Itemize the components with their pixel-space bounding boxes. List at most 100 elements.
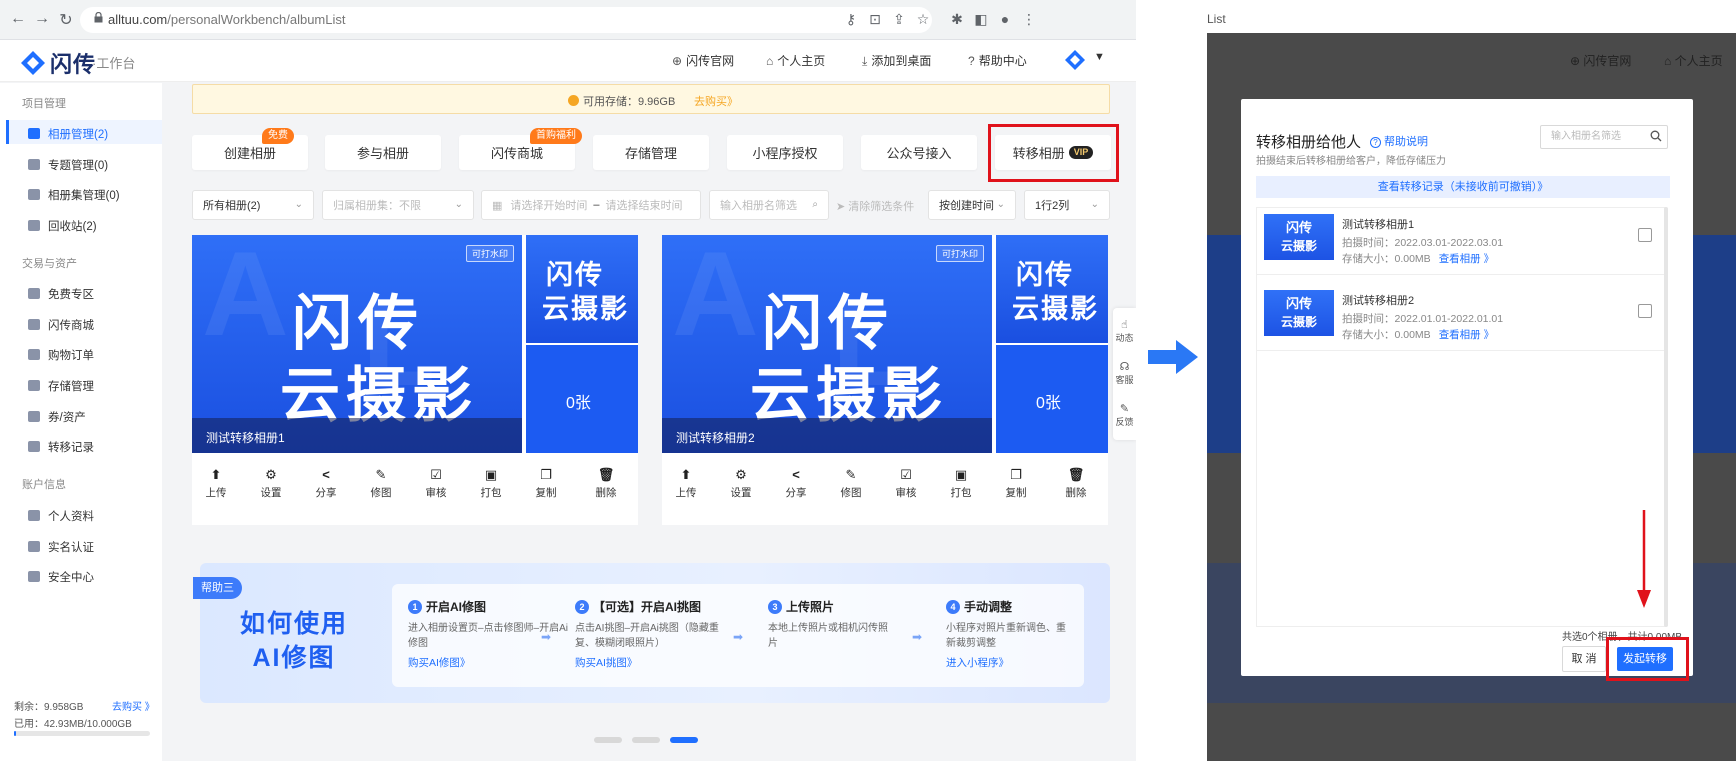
sidepanel-icon[interactable]: ◧ xyxy=(972,11,990,28)
storage-used: 已用：42.93MB/10.000GB xyxy=(14,719,132,730)
end-date[interactable]: 请选择结束时间 xyxy=(606,197,683,213)
date-range-picker[interactable]: ▦ 请选择开始时间 – 请选择结束时间 xyxy=(481,190,701,220)
retouch-button[interactable]: ✎ 修图 xyxy=(831,467,871,500)
dim-nav-personal-home: ⌂ 个人主页 xyxy=(1664,54,1723,68)
avatar-logo-icon[interactable] xyxy=(1064,49,1086,71)
upload-button[interactable]: ⬆ 上传 xyxy=(196,467,236,500)
delete-button[interactable]: 🗑 删除 xyxy=(586,467,626,500)
album-set-filter-select[interactable]: 归属相册集：不限 ⌄ xyxy=(322,190,474,220)
modal-search-input[interactable]: 输入相册名筛选 xyxy=(1540,125,1668,149)
settings-button[interactable]: ⚙ 设置 xyxy=(251,467,291,500)
buy-ai-retouch-link[interactable]: 购买AI修图》 xyxy=(408,655,568,670)
package-button[interactable]: ▣ 打包 xyxy=(941,467,981,500)
profile-icon[interactable]: ● xyxy=(996,11,1014,27)
clear-filters-button[interactable]: ➤ 清除筛选条件 xyxy=(836,198,914,214)
nav-official-site[interactable]: ⊕ 闪传官网 xyxy=(672,52,734,69)
sidebar-item-mall[interactable]: 闪传商城 xyxy=(28,317,94,333)
album-shoot-time: 拍摄时间：2022.03.01-2022.03.01 xyxy=(1342,237,1504,249)
share-button[interactable]: < 分享 xyxy=(776,467,816,500)
send-icon: ➤ xyxy=(836,201,849,213)
carousel-dot[interactable] xyxy=(632,737,660,743)
view-album-link[interactable]: 查看相册 》 xyxy=(1439,253,1494,265)
modal-album-item[interactable]: 闪传 云摄影 测试转移相册2 拍摄时间：2022.01.01-2022.01.01… xyxy=(1256,283,1664,351)
start-date[interactable]: 请选择开始时间 xyxy=(510,197,587,213)
storage-buy-link[interactable]: 去购买》 xyxy=(694,93,738,109)
sidebar-item-profile[interactable]: 个人资料 xyxy=(28,508,94,524)
album-actions: ⬆ 上传 ⚙ 设置 < 分享 ✎ 修图 ☑ 审核 ▣ 打包 ❐ 复制 🗑 删除 xyxy=(192,467,638,515)
transfer-record-link[interactable]: 查看转移记录（未接收前可撤销）》 xyxy=(1256,176,1670,198)
sort-select[interactable]: 按创建时间 ⌄ xyxy=(928,190,1016,220)
reload-icon[interactable]: ↻ xyxy=(56,10,76,30)
tab-join-album[interactable]: 参与相册 xyxy=(325,135,441,170)
cover-thumb: 闪传 云摄影 xyxy=(996,235,1108,343)
sidebar-item-topics[interactable]: 专题管理(0) xyxy=(28,157,108,173)
chevron-down-icon: ⌄ xyxy=(294,199,303,210)
storage-progress xyxy=(14,731,150,736)
modal-album-item[interactable]: 闪传 云摄影 测试转移相册1 拍摄时间：2022.03.01-2022.03.01… xyxy=(1256,207,1664,275)
album-filter-select[interactable]: 所有相册(2) ⌄ xyxy=(192,190,314,220)
sidebar-buy-link[interactable]: 去购买 》 xyxy=(112,698,155,713)
share-button[interactable]: < 分享 xyxy=(306,467,346,500)
install-icon[interactable]: ⊡ xyxy=(866,11,884,28)
step-arrow-icon: ➡ xyxy=(912,630,923,644)
album-name-search[interactable]: 输入相册名筛选 ⌕ xyxy=(709,190,829,220)
album-checkbox[interactable] xyxy=(1638,304,1652,318)
open-miniprogram-link[interactable]: 进入小程序》 xyxy=(946,655,1106,670)
key-icon[interactable]: ⚷ xyxy=(842,11,860,28)
url-path: /personalWorkbench/albumList xyxy=(167,12,346,27)
sidebar-item-coupons[interactable]: 券/资产 xyxy=(28,409,86,425)
album-checkbox[interactable] xyxy=(1638,228,1652,242)
nav-add-desktop[interactable]: ⤓ 添加到桌面 xyxy=(862,52,931,69)
cancel-button[interactable]: 取 消 xyxy=(1562,646,1606,672)
retouch-button[interactable]: ✎ 修图 xyxy=(361,467,401,500)
package-button[interactable]: ▣ 打包 xyxy=(471,467,511,500)
sidebar-item-transfer-records[interactable]: 转移记录 xyxy=(28,439,94,455)
album-card[interactable]: A L 可打水印 闪传 云摄影 测试转移相册1 闪传 云摄影 0张 ⬆ 上传 ⚙ 设… xyxy=(192,235,638,525)
sidebar-item-albums[interactable]: 相册管理(2) xyxy=(28,126,108,142)
copy-button[interactable]: ❐ 复制 xyxy=(526,467,566,500)
tab-official-account[interactable]: 公众号接入 xyxy=(861,135,977,170)
first-purchase-badge: 首购福利 xyxy=(530,128,582,144)
settings-button[interactable]: ⚙ 设置 xyxy=(721,467,761,500)
album-cover[interactable]: A L 可打水印 闪传 云摄影 测试转移相册1 xyxy=(192,235,522,453)
carousel-dot[interactable] xyxy=(594,737,622,743)
photo-count-tile: 0张 xyxy=(996,345,1108,453)
activity-button[interactable]: ☝ 动态 xyxy=(1113,318,1136,344)
left-screenshot: ← → ↻ alltuu.com/personalWorkbench/album… xyxy=(0,0,1136,761)
bookmark-star-icon[interactable]: ☆ xyxy=(914,11,932,28)
sidebar-item-storage[interactable]: 存储管理 xyxy=(28,378,94,394)
review-button[interactable]: ☑ 审核 xyxy=(416,467,456,500)
review-button[interactable]: ☑ 审核 xyxy=(886,467,926,500)
tab-storage-management[interactable]: 存储管理 xyxy=(593,135,709,170)
sidebar-item-verification[interactable]: 实名认证 xyxy=(28,539,94,555)
modal-scrollbar[interactable] xyxy=(1664,207,1668,627)
sidebar-item-orders[interactable]: 购物订单 xyxy=(28,347,94,363)
browser-menu-icon[interactable]: ⋮ xyxy=(1020,11,1038,28)
caret-down-icon[interactable]: ▼ xyxy=(1094,51,1105,63)
share-page-icon[interactable]: ⇪ xyxy=(890,11,908,28)
layout-select[interactable]: 1行2列 ⌄ xyxy=(1024,190,1110,220)
sidebar-item-free-zone[interactable]: 免费专区 xyxy=(28,286,94,302)
tab-miniprogram-auth[interactable]: 小程序授权 xyxy=(727,135,843,170)
delete-button[interactable]: 🗑 删除 xyxy=(1056,467,1096,500)
search-icon[interactable] xyxy=(1650,130,1662,142)
upload-button[interactable]: ⬆ 上传 xyxy=(666,467,706,500)
album-thumb: 闪传 云摄影 xyxy=(1264,214,1334,260)
album-card[interactable]: A L 可打水印 闪传 云摄影 测试转移相册2 闪传 云摄影 0张 ⬆ 上传 ⚙ 设… xyxy=(662,235,1108,525)
view-album-link[interactable]: 查看相册 》 xyxy=(1439,329,1494,341)
album-cover[interactable]: A L 可打水印 闪传 云摄影 测试转移相册2 xyxy=(662,235,992,453)
nav-help-center[interactable]: ? 帮助中心 xyxy=(968,52,1027,69)
back-icon[interactable]: ← xyxy=(8,10,28,28)
forward-icon[interactable]: → xyxy=(32,10,52,28)
customer-service-button[interactable]: ☊ 客服 xyxy=(1113,360,1136,386)
feedback-button[interactable]: ✎ 反馈 xyxy=(1113,402,1136,428)
carousel-dot-active[interactable] xyxy=(670,737,698,743)
sidebar-item-recycle-bin[interactable]: 回收站(2) xyxy=(28,218,97,234)
nav-personal-home[interactable]: ⌂ 个人主页 xyxy=(766,52,825,69)
buy-ai-select-link[interactable]: 购买AI挑图》 xyxy=(575,655,735,670)
sidebar-item-album-sets[interactable]: 相册集管理(0) xyxy=(28,187,120,203)
sidebar-item-security[interactable]: 安全中心 xyxy=(28,569,94,585)
modal-help-link[interactable]: ? 帮助说明 xyxy=(1370,133,1428,149)
extensions-icon[interactable]: ✱ xyxy=(948,11,966,28)
copy-button[interactable]: ❐ 复制 xyxy=(996,467,1036,500)
